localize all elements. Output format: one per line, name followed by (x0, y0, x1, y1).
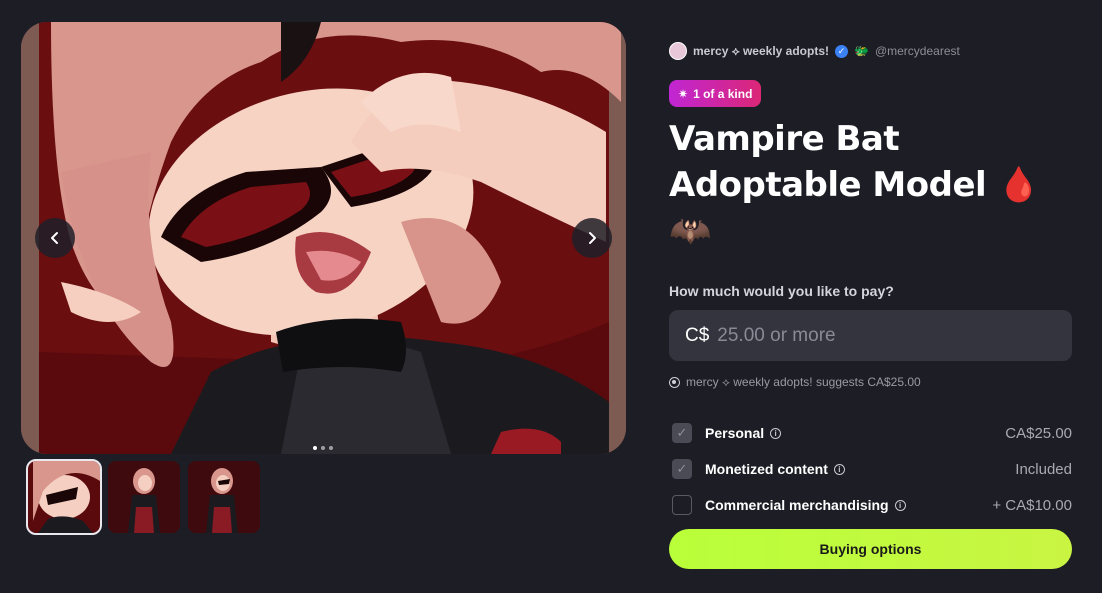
next-image-button[interactable] (572, 218, 612, 258)
license-options: Personal i CA$25.00 Monetized content i … (669, 415, 1072, 523)
info-icon[interactable]: i (833, 463, 845, 475)
option-monetized-content[interactable]: Monetized content i Included (669, 451, 1072, 487)
creator-name[interactable]: mercy ⟡ weekly adopts! (693, 44, 829, 59)
info-icon[interactable]: i (770, 427, 782, 439)
option-price: CA$25.00 (1005, 424, 1072, 442)
price-input[interactable] (715, 323, 1020, 348)
chevron-right-icon (589, 232, 596, 244)
creator-avatar[interactable] (669, 42, 687, 60)
creator-handle[interactable]: @mercydearest (875, 44, 960, 58)
one-of-a-kind-badge: ✷ 1 of a kind (669, 80, 762, 107)
thumbnail-strip (26, 459, 260, 535)
badge-label: 1 of a kind (693, 86, 753, 101)
buying-options-button[interactable]: Buying options (669, 529, 1072, 569)
product-title-line: 🦇 (669, 211, 711, 251)
option-label: Monetized content (705, 461, 828, 477)
option-personal[interactable]: Personal i CA$25.00 (669, 415, 1072, 451)
pagination-dot[interactable] (329, 446, 333, 450)
commercial-checkbox[interactable] (672, 495, 692, 515)
option-price: + CA$10.00 (992, 496, 1072, 514)
option-label: Personal (705, 425, 765, 441)
thumbnail-1[interactable] (26, 459, 102, 535)
currency-prefix: C$ (685, 324, 710, 346)
option-commercial-merchandising[interactable]: Commercial merchandising i + CA$10.00 (669, 487, 1072, 523)
product-image-gallery (21, 22, 626, 454)
pagination-dot[interactable] (313, 446, 317, 450)
sparkle-icon: ✷ (678, 86, 689, 101)
option-label: Commercial merchandising (705, 497, 889, 513)
thumbnail-image (28, 461, 100, 533)
info-icon[interactable]: i (894, 499, 906, 511)
product-title-line: Vampire Bat (669, 119, 900, 159)
price-suggestion: mercy ⟡ weekly adopts! suggests CA$25.00 (669, 375, 921, 390)
pay-question-label: How much would you like to pay? (669, 283, 894, 299)
product-title: Vampire Bat Adoptable Model 🩸 🦇 (669, 116, 1072, 254)
image-pagination-dots (313, 446, 333, 450)
suggestion-text: mercy ⟡ weekly adopts! suggests CA$25.00 (686, 375, 921, 389)
prev-image-button[interactable] (35, 218, 75, 258)
thumbnail-image (188, 461, 260, 533)
monetized-checkbox[interactable] (672, 459, 692, 479)
suggest-icon (669, 377, 680, 388)
personal-checkbox[interactable] (672, 423, 692, 443)
chevron-left-icon (51, 232, 58, 244)
thumbnail-image (108, 461, 180, 533)
verified-icon: ✓ (835, 44, 848, 58)
product-title-line: Adoptable Model 🩸 (669, 165, 1040, 205)
thumbnail-3[interactable] (188, 461, 260, 533)
product-info-panel: mercy ⟡ weekly adopts! ✓ 🐲 @mercydearest… (669, 40, 1072, 569)
price-input-box[interactable]: C$ (669, 310, 1072, 361)
creator-row: mercy ⟡ weekly adopts! ✓ 🐲 @mercydearest (669, 40, 1072, 62)
pagination-dot[interactable] (321, 446, 325, 450)
product-main-image (21, 22, 626, 454)
creator-emoji-icon: 🐲 (854, 44, 869, 58)
thumbnail-2[interactable] (108, 461, 180, 533)
option-price: Included (1015, 460, 1072, 478)
